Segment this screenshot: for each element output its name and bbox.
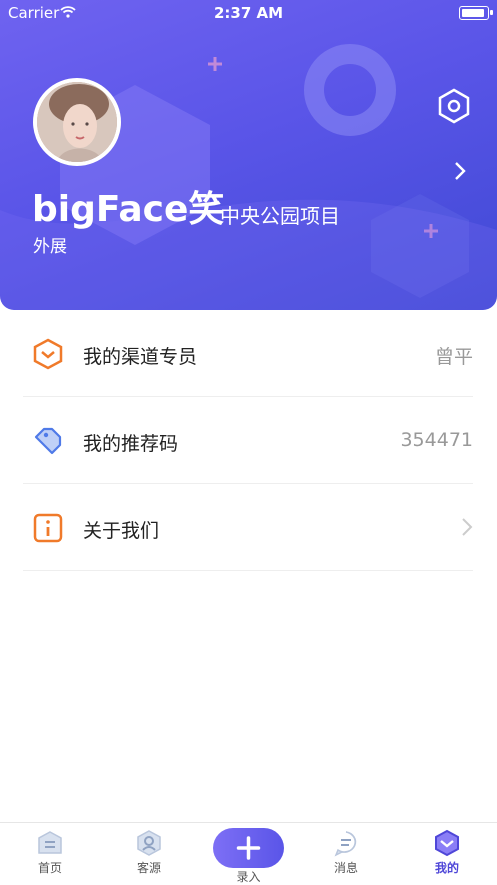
add-label: 录入: [236, 870, 261, 884]
menu-item-value: 曾平: [434, 346, 473, 368]
menu-item-referral-code[interactable]: 我的推荐码 354471: [23, 397, 473, 484]
tab-home[interactable]: 首页: [20, 829, 80, 876]
menu-item-label: 我的渠道专员: [83, 346, 198, 368]
hexagon-icon: [33, 338, 63, 370]
menu-item-value: 354471: [400, 429, 473, 451]
tab-label: 消息: [333, 861, 358, 875]
menu-list: 我的渠道专员 曾平 我的推荐码 354471 关于我们: [0, 310, 497, 571]
chevron-right-icon: [462, 518, 473, 536]
battery-tip: [490, 10, 493, 15]
settings-icon[interactable]: [438, 88, 470, 124]
tag-icon: [34, 427, 62, 455]
customers-icon: [137, 830, 161, 856]
user-name: bigFace笑: [32, 189, 225, 230]
tab-label: 首页: [37, 861, 62, 875]
menu-item-label: 关于我们: [83, 520, 160, 542]
clock: 2:37 AM: [213, 4, 284, 22]
status-bar: Carrier 2:37 AM: [0, 0, 497, 26]
tab-customers[interactable]: 客源: [119, 829, 179, 876]
add-button[interactable]: [213, 828, 284, 868]
project-name: 中央公园项目: [220, 204, 340, 228]
avatar-image: [37, 82, 117, 162]
tab-label: 客源: [136, 861, 161, 875]
home-icon: [38, 831, 62, 854]
profile-chevron-right-icon[interactable]: [451, 160, 469, 182]
tab-mine[interactable]: 我的: [417, 829, 477, 876]
profile-header: Carrier 2:37 AM bigFace笑 中央公园项目 外展: [0, 0, 497, 310]
battery-icon: [459, 6, 489, 20]
user-role: 外展: [33, 237, 67, 257]
tab-label: 我的: [434, 861, 459, 875]
menu-item-channel-agent[interactable]: 我的渠道专员 曾平: [23, 310, 473, 397]
menu-item-about-us[interactable]: 关于我们: [23, 484, 473, 571]
tab-messages[interactable]: 消息: [316, 829, 376, 876]
info-icon: [33, 513, 63, 543]
mine-icon: [435, 829, 459, 857]
plus-icon: [236, 836, 261, 860]
menu-item-label: 我的推荐码: [83, 433, 179, 455]
message-icon: [334, 831, 357, 857]
avatar[interactable]: [33, 78, 121, 166]
